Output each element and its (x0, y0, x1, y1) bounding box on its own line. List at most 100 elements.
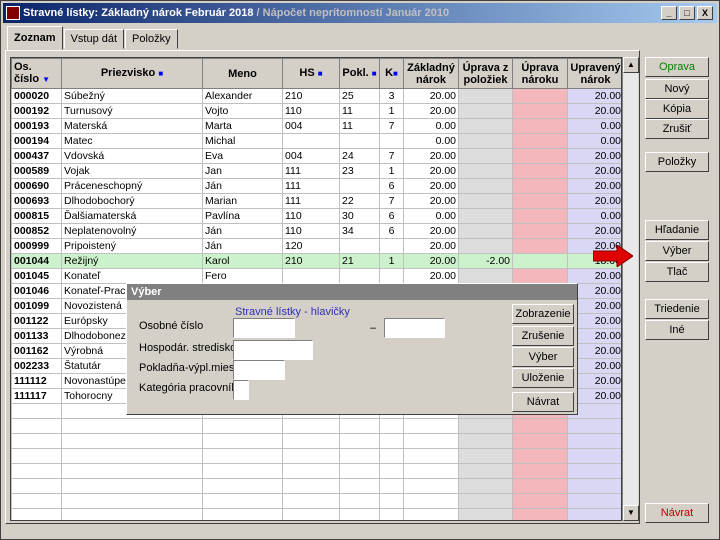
empty-cell[interactable] (403, 448, 459, 464)
cell-adj_items[interactable] (458, 268, 513, 284)
cell-id[interactable]: 001133 (11, 328, 62, 344)
empty-cell[interactable] (512, 448, 568, 464)
cell-id[interactable]: 000437 (11, 148, 62, 164)
cell-base[interactable]: 0.00 (403, 208, 459, 224)
cell-id[interactable]: 000193 (11, 118, 62, 134)
vyber-button[interactable]: Výber (645, 241, 709, 261)
empty-cell[interactable] (403, 418, 459, 434)
cell-k[interactable]: 1 (379, 253, 404, 269)
empty-table-row[interactable] (11, 493, 621, 509)
empty-cell[interactable] (282, 433, 340, 449)
empty-cell[interactable] (567, 448, 621, 464)
hospodar-stredisko-field[interactable] (233, 340, 313, 360)
empty-cell[interactable] (282, 463, 340, 479)
empty-cell[interactable] (458, 433, 513, 449)
cell-k[interactable]: 1 (379, 163, 404, 179)
empty-cell[interactable] (339, 463, 380, 479)
cell-k[interactable]: 6 (379, 208, 404, 224)
cell-id[interactable]: 002233 (11, 358, 62, 374)
empty-table-row[interactable] (11, 448, 621, 464)
empty-cell[interactable] (202, 463, 283, 479)
cell-total[interactable]: 20.00 (567, 163, 621, 179)
novy-button[interactable]: Nový (645, 79, 709, 99)
cell-adj[interactable] (512, 178, 568, 194)
minimize-button[interactable]: _ (661, 6, 677, 20)
cell-id[interactable]: 001046 (11, 283, 62, 299)
cell-base[interactable]: 20.00 (403, 163, 459, 179)
zrusit-button[interactable]: Zrušiť (645, 119, 709, 139)
osobne-cislo-from-field[interactable] (233, 318, 295, 338)
cell-total[interactable]: 20.00 (567, 178, 621, 194)
cell-id[interactable]: 001044 (11, 253, 62, 269)
cell-surname[interactable]: Konateľ (61, 268, 203, 284)
empty-cell[interactable] (567, 493, 621, 509)
empty-cell[interactable] (339, 418, 380, 434)
tab-zoznam[interactable]: Zoznam (7, 26, 63, 50)
empty-table-row[interactable] (11, 508, 621, 520)
cell-name[interactable]: Karol (202, 253, 283, 269)
cell-id[interactable]: 000690 (11, 178, 62, 194)
cell-adj_items[interactable] (458, 238, 513, 254)
cell-base[interactable]: 20.00 (403, 103, 459, 119)
empty-table-row[interactable] (11, 418, 621, 434)
cell-name[interactable]: Marta (202, 118, 283, 134)
cell-pokl[interactable] (339, 238, 380, 254)
cell-base[interactable]: 20.00 (403, 238, 459, 254)
cell-k[interactable]: 7 (379, 193, 404, 209)
empty-cell[interactable] (11, 433, 62, 449)
empty-cell[interactable] (379, 478, 404, 494)
zobrazenie-button[interactable]: Zobrazenie (512, 304, 574, 324)
cell-adj[interactable] (512, 148, 568, 164)
cell-base[interactable]: 20.00 (403, 88, 459, 104)
cell-adj[interactable] (512, 253, 568, 269)
cell-adj_items[interactable] (458, 148, 513, 164)
empty-cell[interactable] (61, 463, 203, 479)
empty-cell[interactable] (458, 448, 513, 464)
cell-hs[interactable]: 110 (282, 223, 340, 239)
cell-adj[interactable] (512, 208, 568, 224)
empty-cell[interactable] (403, 478, 459, 494)
table-row[interactable]: 000020 Súbežný Alexander 210 25 3 20.00 20.00 (11, 88, 621, 104)
cell-name[interactable]: Fero (202, 268, 283, 284)
cell-id[interactable]: 000194 (11, 133, 62, 149)
empty-cell[interactable] (11, 448, 62, 464)
hladanie-button[interactable]: Hľadanie (645, 220, 709, 240)
cell-pokl[interactable] (339, 268, 380, 284)
empty-table-row[interactable] (11, 478, 621, 494)
cell-base[interactable]: 0.00 (403, 118, 459, 134)
cell-pokl[interactable]: 23 (339, 163, 380, 179)
empty-cell[interactable] (282, 493, 340, 509)
empty-cell[interactable] (512, 493, 568, 509)
empty-cell[interactable] (403, 463, 459, 479)
cell-surname[interactable]: Neplatenovolný (61, 223, 203, 239)
col-header-meno[interactable]: Meno (202, 58, 283, 89)
col-header-pokl[interactable]: Pokl. ■ (339, 58, 380, 89)
pokladna-field[interactable] (233, 360, 285, 380)
table-row[interactable]: 001044RežijnýKarol21021120.00-2.0018.00 (11, 253, 621, 269)
cell-id[interactable]: 111112 (11, 373, 62, 389)
cell-surname[interactable]: Ďalšiamaterská (61, 208, 203, 224)
dialog-navrat-button[interactable]: Návrat (512, 392, 574, 412)
cell-surname[interactable]: Súbežný (61, 88, 203, 104)
cell-adj[interactable] (512, 223, 568, 239)
ine-button[interactable]: Iné (645, 320, 709, 340)
cell-hs[interactable] (282, 133, 340, 149)
cell-name[interactable]: Marian (202, 193, 283, 209)
cell-adj_items[interactable] (458, 208, 513, 224)
table-row[interactable]: 000999 Pripoistený Ján 120 20.00 20.00 (11, 238, 621, 254)
empty-cell[interactable] (403, 508, 459, 520)
cell-adj[interactable] (512, 163, 568, 179)
cell-adj[interactable] (512, 238, 568, 254)
empty-table-row[interactable] (11, 463, 621, 479)
table-row[interactable]: 000690 Práceneschopný Ján 111 6 20.00 20.00 (11, 178, 621, 194)
empty-cell[interactable] (379, 418, 404, 434)
cell-adj_items[interactable] (458, 118, 513, 134)
empty-cell[interactable] (11, 508, 62, 520)
cell-total[interactable]: 0.00 (567, 118, 621, 134)
cell-total[interactable]: 20.00 (567, 103, 621, 119)
cell-base[interactable]: 0.00 (403, 133, 459, 149)
empty-cell[interactable] (512, 508, 568, 520)
empty-cell[interactable] (339, 433, 380, 449)
empty-cell[interactable] (339, 508, 380, 520)
cell-surname[interactable]: Vojak (61, 163, 203, 179)
